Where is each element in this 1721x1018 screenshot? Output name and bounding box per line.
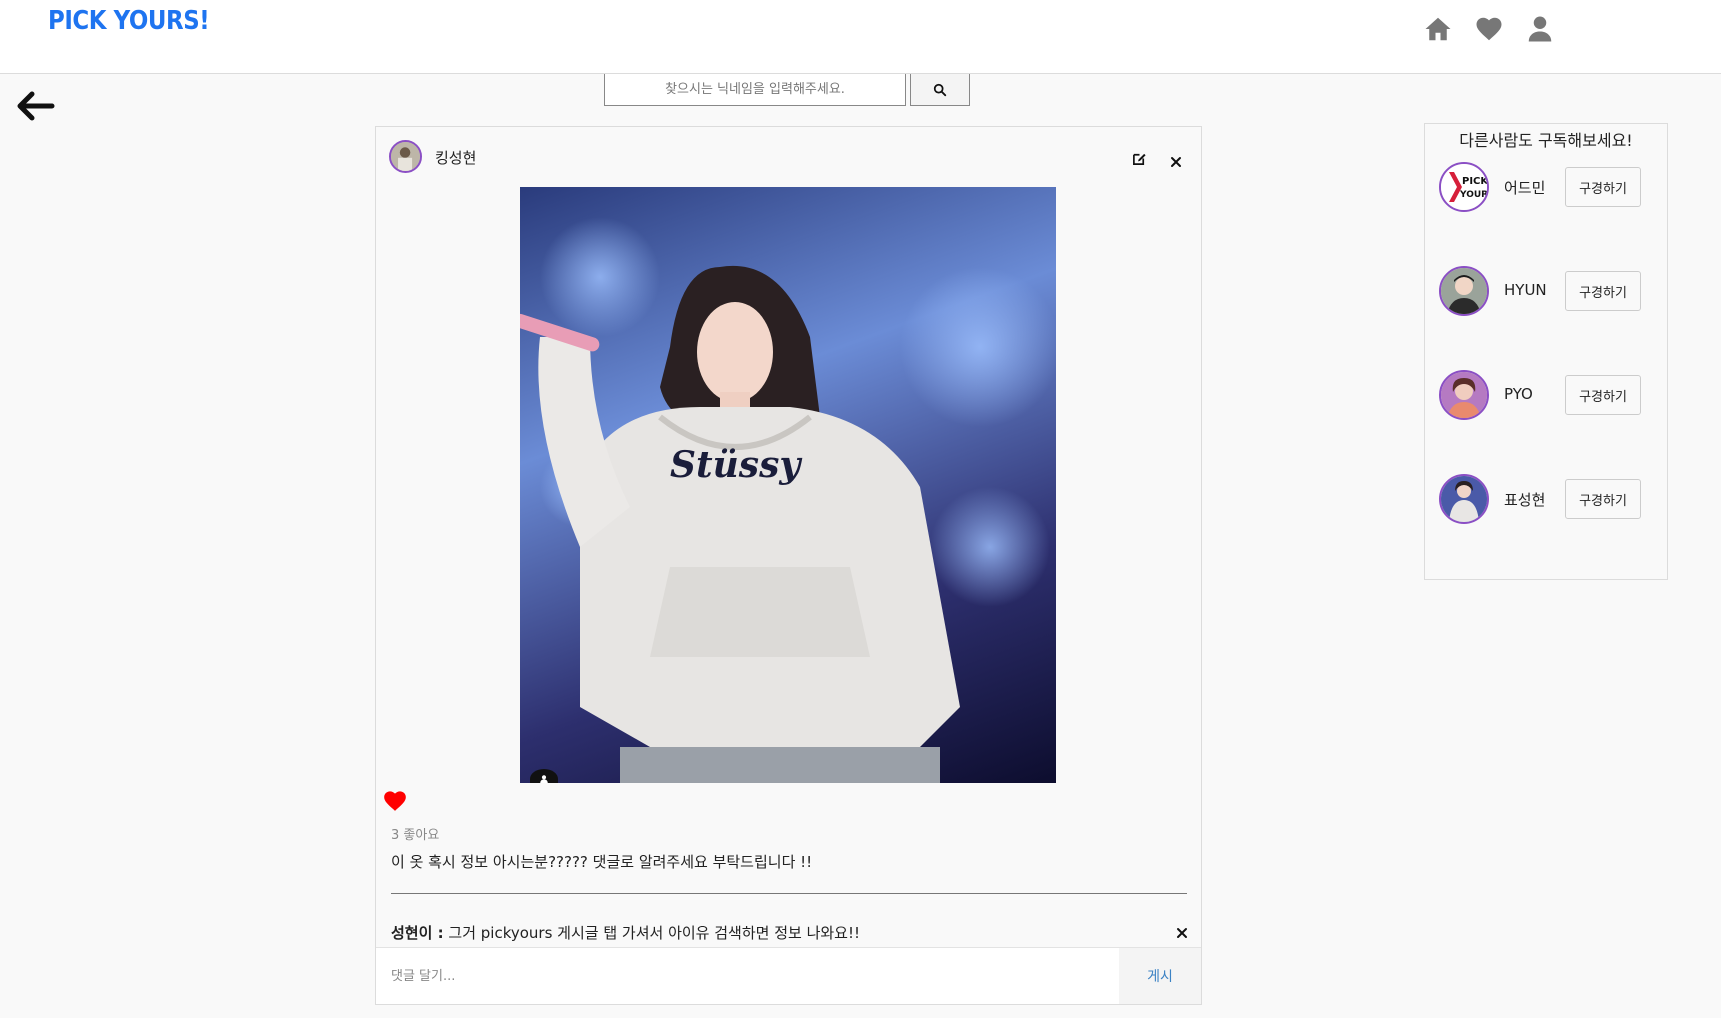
recommend-user-name[interactable]: 어드민 bbox=[1504, 177, 1545, 198]
post-caption: 이 옷 혹시 정보 아시는분????? 댓글로 알려주세요 부탁드립니다 !! bbox=[391, 853, 813, 871]
app-logo[interactable]: PICK YOURS! bbox=[48, 6, 210, 36]
delete-comment-icon[interactable] bbox=[1176, 924, 1188, 938]
top-navbar: PICK YOURS! bbox=[0, 0, 1721, 74]
divider bbox=[391, 893, 1187, 894]
post-author-name[interactable]: 킹성현 bbox=[435, 147, 476, 168]
like-heart-icon[interactable] bbox=[382, 788, 408, 812]
home-icon[interactable] bbox=[1423, 14, 1453, 44]
recommend-sidebar: 다른사람도 구독해보세요! PICK YOURS 어드민 구경하기 HYUN 구경… bbox=[1424, 123, 1668, 580]
avatar[interactable] bbox=[1439, 474, 1489, 524]
recommend-user-item: HYUN 구경하기 bbox=[1439, 266, 1659, 318]
comment-text: 그거 pickyours 게시글 탭 가셔서 아이유 검색하면 정보 나와요!! bbox=[443, 924, 860, 942]
visit-button[interactable]: 구경하기 bbox=[1565, 479, 1641, 519]
recommend-user-name[interactable]: 표성현 bbox=[1504, 489, 1545, 510]
visit-button[interactable]: 구경하기 bbox=[1565, 271, 1641, 311]
post-image: Stüssy bbox=[520, 187, 1056, 783]
back-arrow-icon[interactable] bbox=[12, 86, 56, 126]
edit-icon[interactable] bbox=[1132, 151, 1147, 166]
search-icon bbox=[933, 83, 947, 96]
delete-post-icon[interactable] bbox=[1170, 153, 1182, 167]
svg-text:PICK: PICK bbox=[1462, 176, 1487, 187]
search-button[interactable] bbox=[910, 74, 970, 106]
comment-author[interactable]: 성현이 : bbox=[391, 924, 444, 942]
avatar[interactable]: PICK YOURS bbox=[1439, 162, 1489, 212]
user-icon[interactable] bbox=[1525, 14, 1555, 44]
post-card: 킹성현 Stüssy 3 좋아요 이 옷 혹시 정보 아시는분????? 댓글로… bbox=[375, 126, 1202, 1005]
sidebar-title: 다른사람도 구독해보세요! bbox=[1459, 131, 1633, 150]
recommend-user-item: 표성현 구경하기 bbox=[1439, 474, 1659, 526]
comment-item: 성현이 : 그거 pickyours 게시글 탭 가셔서 아이유 검색하면 정보… bbox=[391, 922, 860, 943]
heart-icon[interactable] bbox=[1474, 14, 1504, 44]
post-author-avatar[interactable] bbox=[389, 140, 422, 173]
recommend-user-name[interactable]: HYUN bbox=[1504, 281, 1547, 299]
comment-form: 게시 bbox=[376, 947, 1201, 1004]
svg-text:Stüssy: Stüssy bbox=[670, 444, 802, 486]
avatar[interactable] bbox=[1439, 266, 1489, 316]
visit-button[interactable]: 구경하기 bbox=[1565, 375, 1641, 415]
comment-input[interactable] bbox=[376, 948, 1119, 1004]
submit-comment-button[interactable]: 게시 bbox=[1119, 948, 1201, 1004]
recommend-user-item: PICK YOURS 어드민 구경하기 bbox=[1439, 162, 1659, 214]
visit-button[interactable]: 구경하기 bbox=[1565, 167, 1641, 207]
tagged-user-icon[interactable] bbox=[530, 769, 558, 783]
avatar[interactable] bbox=[1439, 370, 1489, 420]
like-count: 3 좋아요 bbox=[391, 828, 440, 843]
svg-text:YOURS: YOURS bbox=[1459, 190, 1487, 200]
recommend-user-item: PYO 구경하기 bbox=[1439, 370, 1659, 422]
recommend-user-name[interactable]: PYO bbox=[1504, 385, 1533, 403]
nickname-search-input[interactable] bbox=[604, 74, 906, 106]
